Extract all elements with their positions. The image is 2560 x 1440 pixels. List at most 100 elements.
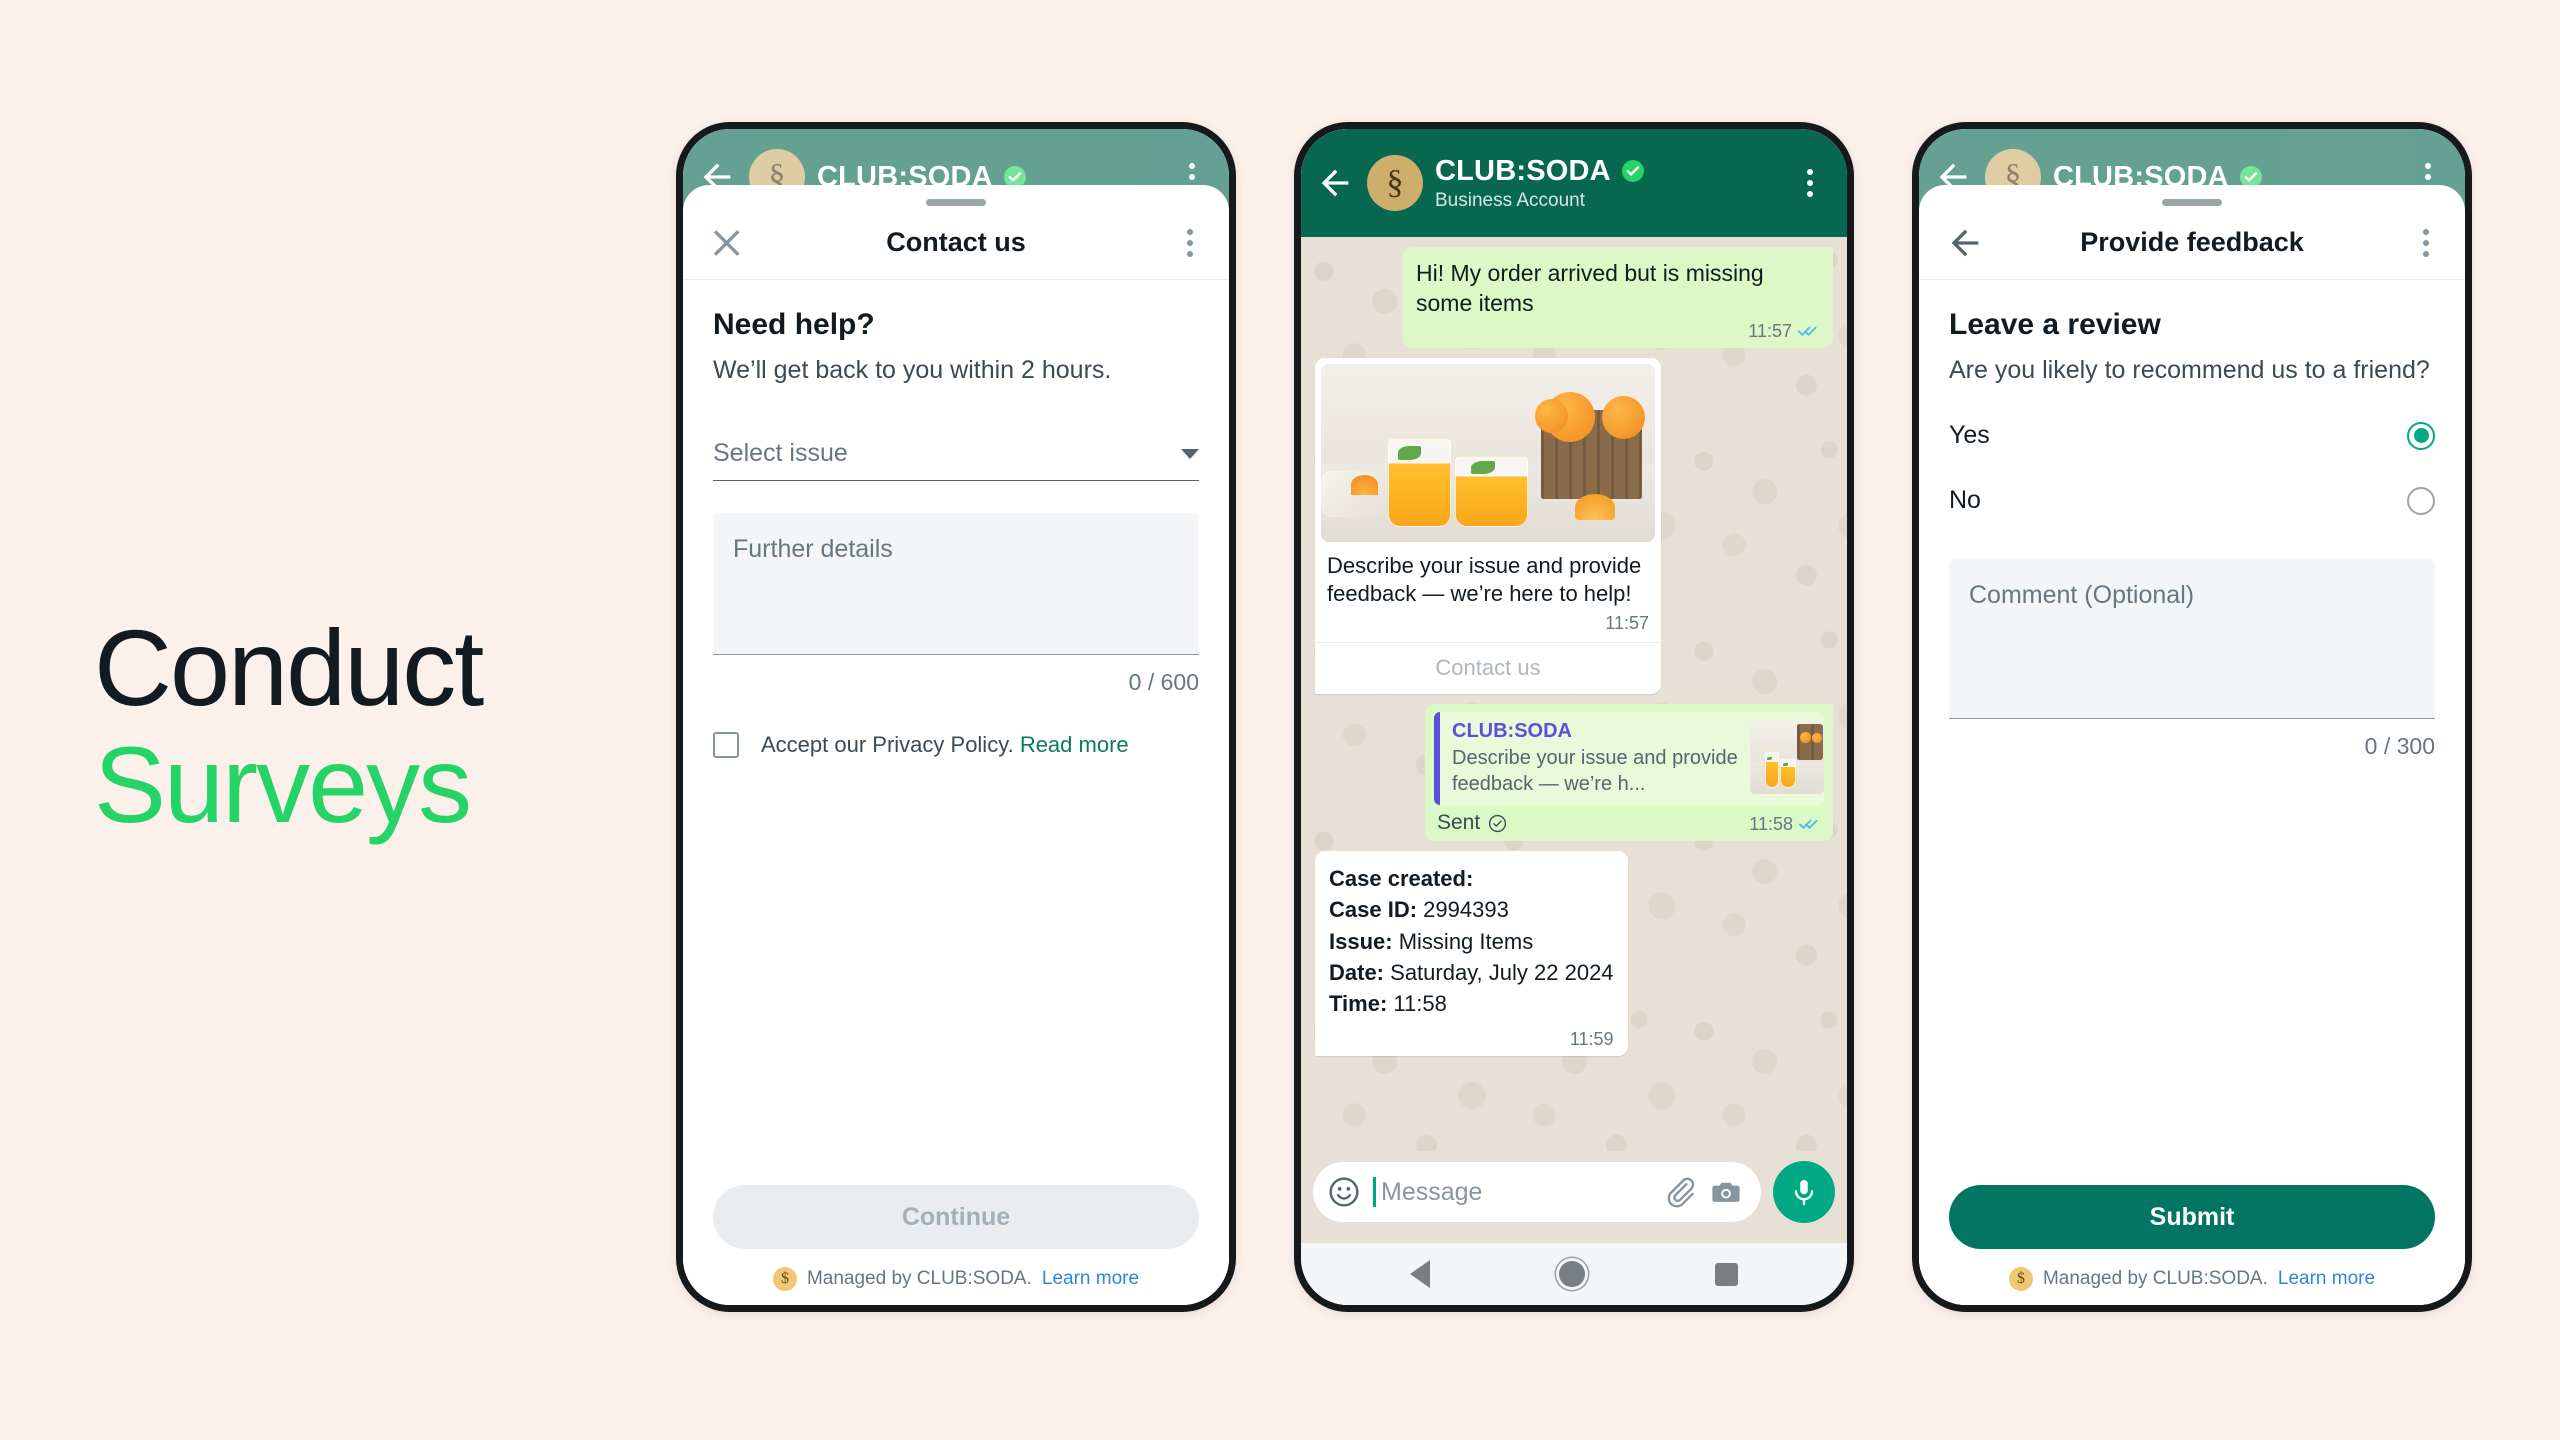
close-icon[interactable] [709,223,749,263]
phone1-screen: § CLUB:SODA Contact us Need help? We’ll … [683,129,1229,1305]
sent-status-label: Sent [1437,811,1481,835]
contact-us-sheet-bar: Contact us [683,206,1229,280]
radio-option-no-label: No [1949,486,1981,514]
privacy-consent-text: Accept our Privacy Policy. [761,732,1014,757]
paperclip-icon[interactable] [1663,1175,1697,1209]
chat-messages: Hi! My order arrived but is missing some… [1315,247,1833,1057]
managed-by-notice-1: $ Managed by CLUB:SODA. Learn more [713,1267,1199,1291]
back-arrow-icon[interactable] [1315,163,1355,203]
learn-more-link-3[interactable]: Learn more [2278,1268,2375,1290]
microphone-button[interactable] [1773,1161,1835,1223]
sheet-grabber-handle[interactable] [2162,199,2222,206]
continue-button[interactable]: Continue [713,1185,1199,1249]
microphone-icon [1794,1180,1814,1206]
case-label-0: Case created: [1329,866,1474,892]
header-kebab-menu-icon[interactable] [1795,169,1825,197]
case-value-1: 2994393 [1423,897,1509,923]
contact-us-footer: Continue $ Managed by CLUB:SODA. Learn m… [683,1185,1229,1305]
sheet-grabber-handle[interactable] [926,199,986,206]
chevron-down-icon [1181,448,1199,459]
quoted-meta-right: 11:58 [1749,814,1821,835]
provide-feedback-footer: Submit $ Managed by CLUB:SODA. Learn mor… [1919,1185,2465,1305]
message-bubble-incoming-card: Describe your issue and provide feedback… [1315,357,1661,694]
privacy-consent-row[interactable]: Accept our Privacy Policy. Read more [713,732,1199,758]
quoted-message-meta: Sent 11:58 [1434,811,1824,835]
contact-us-title: Contact us [886,227,1026,257]
case-value-2: Missing Items [1398,928,1534,954]
message-input-pill[interactable]: Message [1313,1162,1761,1222]
further-details-input[interactable]: Further details [713,513,1199,655]
provide-feedback-sheet-bar: Provide feedback [1919,206,2465,280]
phone-mockup-chat: § CLUB:SODA Business Account Hi! My orde… [1294,122,1854,1312]
recommend-question: Are you likely to recommend us to a frie… [1949,356,2430,384]
brand-avatar[interactable]: § [1367,155,1423,211]
sent-status: Sent [1437,811,1507,835]
avatar-glyph: § [1386,164,1404,201]
camera-icon[interactable] [1709,1175,1743,1209]
quoted-message-text: Describe your issue and provide feedback… [1452,746,1738,795]
card-contact-us-button[interactable]: Contact us [1315,641,1661,694]
radio-option-yes[interactable]: Yes [1949,403,2435,468]
phone3-screen: § CLUB:SODA Provide feedback Leave a rev… [1919,129,2465,1305]
further-details-counter: 0 / 600 [1128,669,1199,695]
select-issue-placeholder: Select issue [713,439,848,467]
case-label-1: Case ID: [1329,897,1418,923]
card-message-time: 11:57 [1605,612,1649,633]
nav-back-icon[interactable] [1409,1260,1430,1288]
managed-by-notice-3: $ Managed by CLUB:SODA. Learn more [1949,1267,2435,1291]
page-headline: Conduct Surveys [94,607,484,845]
emoji-icon[interactable] [1327,1175,1361,1209]
quoted-sender-name: CLUB:SODA [1452,719,1572,742]
phone2-header-subtitle: Business Account [1435,189,1585,211]
phone2-header-names[interactable]: CLUB:SODA Business Account [1435,155,1783,212]
leave-a-review-heading: Leave a review [1949,308,2161,341]
headline-line-2: Surveys [94,723,472,845]
case-value-4: 11:58 [1393,991,1447,1017]
phone2-whatsapp-header: § CLUB:SODA Business Account [1301,129,1847,237]
comment-input[interactable]: Comment (Optional) [1949,559,2435,719]
case-label-2: Issue: [1329,928,1393,954]
submit-button[interactable]: Submit [1949,1185,2435,1249]
case-label-3: Date: [1329,959,1385,985]
learn-more-link-1[interactable]: Learn more [1042,1268,1139,1290]
verified-badge-icon [1621,160,1644,182]
sheet-kebab-menu-icon[interactable] [2413,228,2439,257]
case-message-time: 11:59 [1569,1029,1614,1050]
managed-by-text-3: Managed by CLUB:SODA. [2042,1268,2268,1289]
message-input-placeholder: Message [1373,1178,1651,1207]
radio-yes-indicator[interactable] [2407,421,2435,450]
card-message-text: Describe your issue and provide feedback… [1327,552,1642,607]
double-check-read-icon [1799,819,1818,829]
nav-home-icon[interactable] [1559,1261,1586,1287]
privacy-read-more-link[interactable]: Read more [1020,732,1129,757]
contact-us-sheet: Contact us Need help? We’ll get back to … [683,185,1229,1305]
coin-icon: $ [772,1267,797,1291]
chat-thread[interactable]: Hi! My order arrived but is missing some… [1301,237,1847,1151]
provide-feedback-sheet: Provide feedback Leave a review Are you … [1919,185,2465,1305]
message-text: Hi! My order arrived but is missing some… [1416,260,1764,317]
message-meta: 11:57 [1416,321,1820,342]
message-time: 11:57 [1748,320,1792,341]
headline-line-1: Conduct [94,607,484,728]
comment-placeholder: Comment (Optional) [1969,581,2195,609]
select-issue-dropdown[interactable]: Select issue [713,439,1199,481]
radio-option-no[interactable]: No [1949,468,2435,533]
quoted-message[interactable]: CLUB:SODA Describe your issue and provid… [1434,711,1824,806]
further-details-placeholder: Further details [733,535,893,563]
phone-mockup-feedback-form: § CLUB:SODA Provide feedback Leave a rev… [1912,122,2472,1312]
privacy-policy-checkbox[interactable] [713,732,739,758]
provide-feedback-title: Provide feedback [2080,227,2304,257]
message-composer: Message [1301,1151,1847,1243]
managed-by-text-1: Managed by CLUB:SODA. [806,1268,1032,1289]
message-bubble-outgoing-quoted: CLUB:SODA Describe your issue and provid… [1425,703,1833,842]
check-circle-icon [1489,814,1507,832]
radio-no-indicator[interactable] [2407,486,2435,515]
nav-recents-icon[interactable] [1715,1262,1739,1286]
privacy-consent-label: Accept our Privacy Policy. Read more [761,732,1129,758]
message-bubble-case-created: Case created: Case ID: 2994393 Issue: Mi… [1315,851,1628,1057]
sheet-kebab-menu-icon[interactable] [1177,228,1203,257]
radio-option-yes-label: Yes [1949,421,1990,449]
phone2-header-title: CLUB:SODA [1435,154,1611,187]
arrow-left-icon[interactable] [1945,223,1985,263]
quoted-message-time: 11:58 [1749,813,1793,834]
